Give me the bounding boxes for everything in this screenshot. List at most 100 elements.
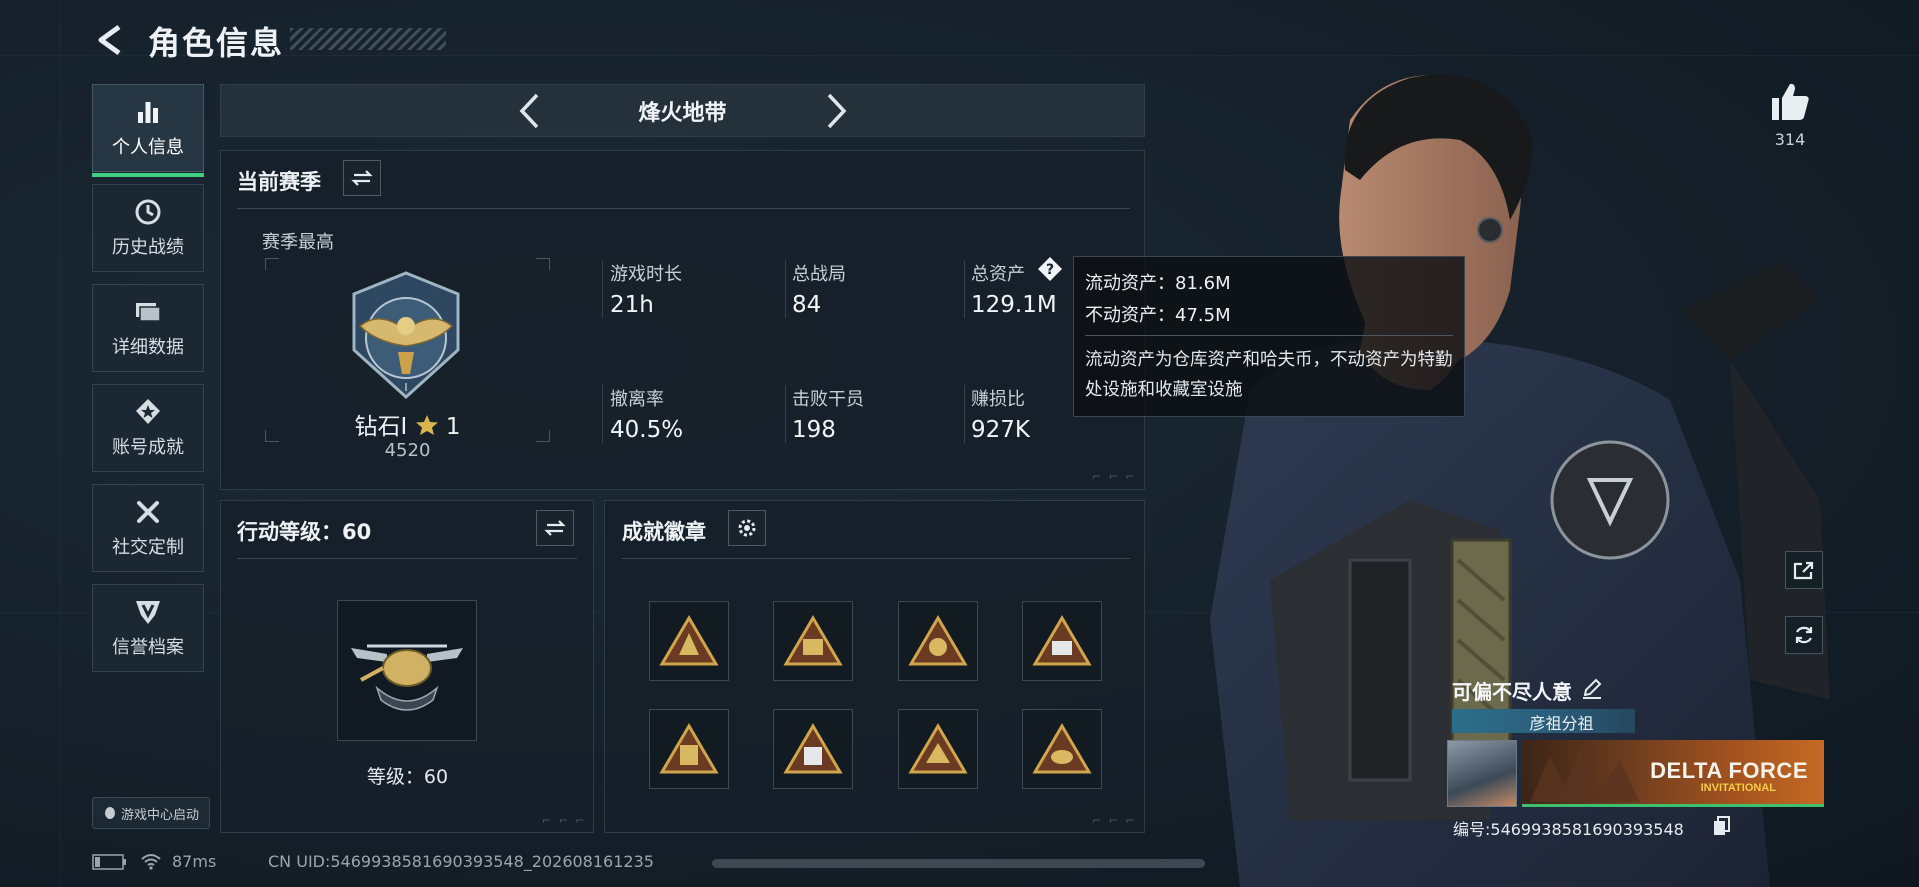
sidebar-item-social[interactable]: 社交定制 <box>92 484 204 572</box>
medal-icon <box>1032 615 1092 666</box>
level-switch-button[interactable] <box>536 510 574 546</box>
sidebar-item-label: 个人信息 <box>112 137 184 158</box>
help-icon[interactable]: ? <box>1037 256 1063 282</box>
medal-slot[interactable] <box>649 709 729 789</box>
rank-name: 钻石Ⅰ 1 <box>300 407 515 441</box>
uid-text: CN UID:5469938581690393548_202608161235 <box>268 852 654 871</box>
bg-gridline <box>60 0 61 887</box>
like-count: 314 <box>1774 130 1806 149</box>
card-avatar-thumbnail[interactable] <box>1447 740 1517 807</box>
stat-value-matches: 84 <box>792 292 822 318</box>
chevron-right-icon[interactable] <box>818 90 854 132</box>
sidebar-item-label: 账号成就 <box>112 437 184 458</box>
stat-divider <box>964 260 965 318</box>
medal-icon <box>1032 723 1092 774</box>
sidebar-item-details[interactable]: 详细数据 <box>92 284 204 372</box>
refresh-icon <box>1795 626 1813 644</box>
stat-label-extraction-rate: 撤离率 <box>610 389 664 410</box>
stat-value-kills: 198 <box>792 417 836 443</box>
game-center-label: 游戏中心启动 <box>120 807 199 823</box>
stat-label-playtime: 游戏时长 <box>610 264 682 285</box>
season-title: 当前赛季 <box>237 170 321 194</box>
stat-label-matches: 总战局 <box>792 264 846 285</box>
stat-divider <box>602 385 603 443</box>
action-level-title: 行动等级：60 <box>237 520 372 544</box>
share-icon <box>1793 561 1814 580</box>
player-id: 编号:5469938581690393548 <box>1453 820 1684 839</box>
name-card-banner[interactable]: DELTA FORCE INVITATIONAL <box>1522 740 1824 807</box>
game-center-button[interactable]: 游戏中心启动 <box>92 797 210 829</box>
stat-value-playtime: 21h <box>610 292 654 318</box>
sidebar-item-reputation[interactable]: 信誉档案 <box>92 584 204 672</box>
stat-value-profit-ratio: 927K <box>971 417 1030 443</box>
medals-title: 成就徽章 <box>622 520 706 544</box>
medal-slot[interactable] <box>649 601 729 681</box>
sidebar-item-label: 历史战绩 <box>112 237 184 258</box>
medal-slot[interactable] <box>773 709 853 789</box>
back-arrow-icon[interactable] <box>92 22 128 58</box>
mode-title: 烽火地带 <box>638 101 727 126</box>
sidebar-item-history[interactable]: 历史战绩 <box>92 184 204 272</box>
medal-icon <box>908 723 968 774</box>
sidebar-item-label: 详细数据 <box>112 337 184 358</box>
helicopter-emblem-icon <box>351 644 463 711</box>
medal-slot[interactable] <box>1022 601 1102 681</box>
bar-chart-icon <box>138 102 158 123</box>
medal-slot[interactable] <box>898 601 978 681</box>
tools-icon <box>137 501 159 523</box>
battery-icon <box>92 854 126 870</box>
fixed-assets: 不动资产：47.5M <box>1085 305 1231 326</box>
page-title: 角色信息 <box>148 24 285 62</box>
rank-score: 4520 <box>384 440 431 461</box>
diamond-rank-badge-icon: I <box>352 271 460 400</box>
medal-slot[interactable] <box>1022 709 1102 789</box>
clan-name: 彦祖分祖 <box>1529 714 1594 733</box>
medal-icon <box>659 615 719 666</box>
stat-label-profit-ratio: 赚损比 <box>971 389 1025 410</box>
stat-value-extraction-rate: 40.5% <box>610 417 684 443</box>
refresh-button[interactable] <box>1785 616 1823 654</box>
bg-gridline <box>0 55 1919 56</box>
medal-slot[interactable] <box>773 601 853 681</box>
clock-icon <box>135 199 161 225</box>
rank-tier: 钻石Ⅰ <box>354 414 408 440</box>
sidebar-item-label: 社交定制 <box>112 537 184 558</box>
sidebar-item-profile[interactable]: 个人信息 <box>92 84 204 177</box>
level-text: 等级：60 <box>366 766 449 788</box>
season-switch-button[interactable] <box>343 160 381 196</box>
chevron-left-icon[interactable] <box>512 90 548 132</box>
stat-divider <box>602 260 603 318</box>
player-name: 可偏不尽人意 <box>1452 680 1572 704</box>
svg-text:?: ? <box>1046 262 1054 278</box>
medal-icon <box>783 615 843 666</box>
stat-label-assets: 总资产 <box>971 264 1025 285</box>
assets-description: 流动资产为仓库资产和哈夫币，不动资产为特勤处设施和收藏室设施 <box>1085 350 1453 400</box>
stat-divider <box>785 385 786 443</box>
medal-icon <box>783 723 843 774</box>
medal-slot[interactable] <box>898 709 978 789</box>
thumbs-up-icon[interactable] <box>1768 80 1812 122</box>
sidebar-item-achievements[interactable]: 账号成就 <box>92 384 204 472</box>
scrollbar[interactable] <box>712 859 1205 868</box>
stat-label-kills: 击败干员 <box>792 389 864 410</box>
stat-divider <box>964 385 965 443</box>
medal-icon <box>659 723 719 774</box>
stat-divider <box>785 260 786 318</box>
banner-subtitle: INVITATIONAL <box>1700 782 1776 794</box>
swap-icon <box>351 170 373 186</box>
rank-stars: 1 <box>445 414 461 440</box>
folder-icon <box>136 303 161 322</box>
stat-value-assets: 129.1M <box>971 292 1057 318</box>
swap-icon <box>544 520 566 536</box>
divider <box>237 558 577 559</box>
liquid-assets: 流动资产：81.6M <box>1085 273 1231 294</box>
banner-art <box>1530 751 1640 802</box>
copy-icon[interactable] <box>1713 816 1731 836</box>
edit-pencil-icon[interactable] <box>1580 676 1604 700</box>
divider <box>622 558 1130 559</box>
banner-title: DELTA FORCE <box>1650 758 1808 783</box>
share-button[interactable] <box>1785 551 1823 589</box>
tooltip-divider <box>1085 335 1453 336</box>
divider <box>237 208 1130 209</box>
medal-settings-button[interactable] <box>728 510 766 546</box>
